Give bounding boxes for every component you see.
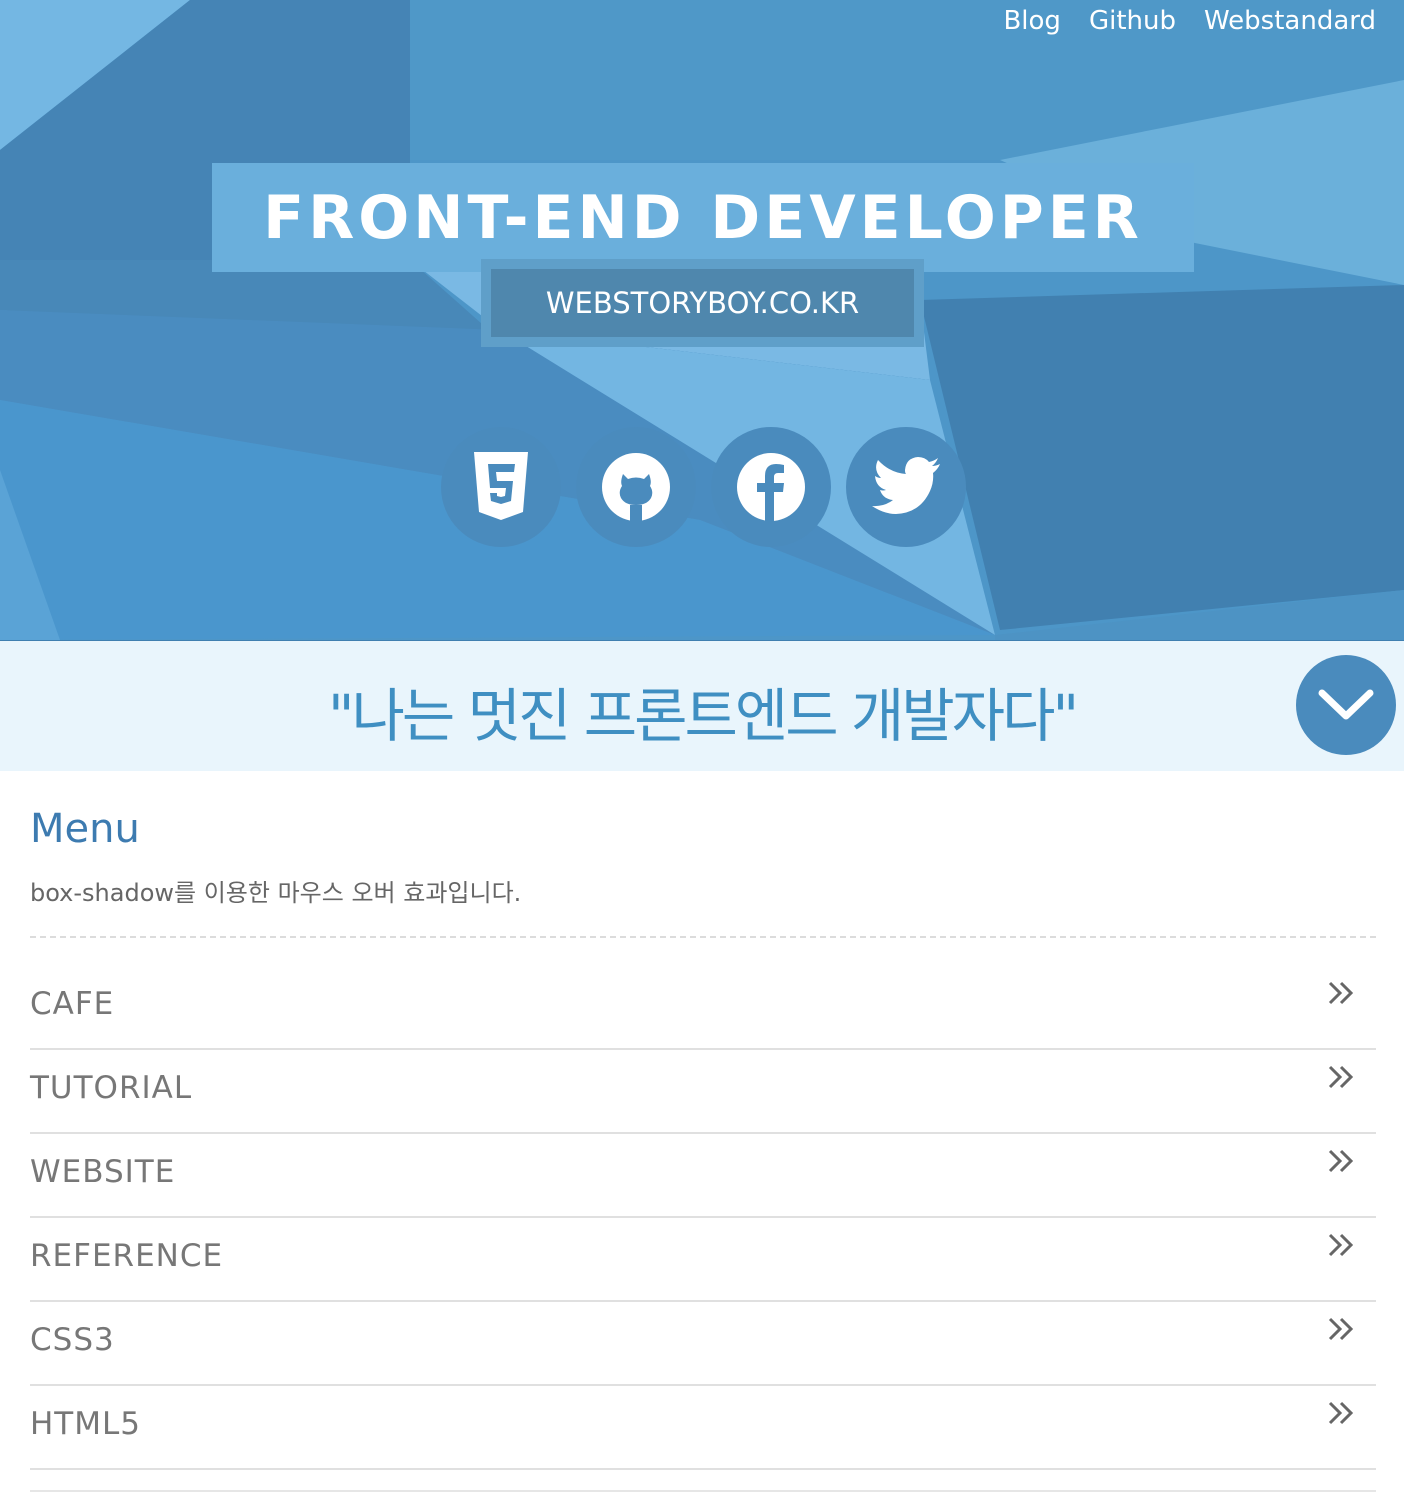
top-nav: Blog Github Webstandard bbox=[1003, 4, 1376, 38]
menu-description: box-shadow를 이용한 마우스 오버 효과입니다. bbox=[30, 879, 522, 907]
facebook-icon bbox=[737, 453, 805, 522]
menu-list: CAFE TUTORIAL WEBSITE REFERENCE CSS3 HTM… bbox=[30, 966, 1376, 1470]
hero-section: Blog Github Webstandard FRONT-END DEVELO… bbox=[0, 0, 1404, 640]
double-chevron-right-icon bbox=[1328, 1317, 1354, 1341]
menu-item-label: CAFE bbox=[30, 986, 115, 1022]
html5-link[interactable] bbox=[441, 427, 561, 547]
menu-item-cafe[interactable]: CAFE bbox=[30, 966, 1376, 1050]
nav-link-webstandard[interactable]: Webstandard bbox=[1204, 4, 1376, 38]
menu-item-html5[interactable]: HTML5 bbox=[30, 1386, 1376, 1470]
menu-item-tutorial[interactable]: TUTORIAL bbox=[30, 1050, 1376, 1134]
hero-subtitle-box: WEBSTORYBOY.CO.KR bbox=[491, 269, 914, 337]
github-link[interactable] bbox=[576, 427, 696, 547]
menu-title: Menu bbox=[30, 806, 140, 852]
dashed-divider bbox=[30, 936, 1376, 938]
hero-title-box: FRONT-END DEVELOPER bbox=[212, 163, 1194, 272]
scroll-down-button[interactable] bbox=[1296, 655, 1396, 755]
menu-item-css3[interactable]: CSS3 bbox=[30, 1302, 1376, 1386]
nav-link-github[interactable]: Github bbox=[1089, 4, 1176, 38]
menu-item-label: TUTORIAL bbox=[30, 1070, 193, 1106]
menu-item-reference[interactable]: REFERENCE bbox=[30, 1218, 1376, 1302]
github-icon bbox=[602, 453, 670, 522]
html5-icon bbox=[474, 452, 528, 520]
menu-item-label: HTML5 bbox=[30, 1406, 141, 1442]
slogan-text: "나는 멋진 프론트엔드 개발자다" bbox=[327, 682, 1079, 750]
menu-item-label: REFERENCE bbox=[30, 1238, 224, 1274]
chevron-down-icon bbox=[1318, 689, 1374, 720]
nav-link-blog[interactable]: Blog bbox=[1003, 4, 1060, 38]
double-chevron-right-icon bbox=[1328, 1401, 1354, 1425]
menu-item-website[interactable]: WEBSITE bbox=[30, 1134, 1376, 1218]
hero-subtitle-frame: WEBSTORYBOY.CO.KR bbox=[481, 259, 924, 347]
facebook-link[interactable] bbox=[711, 427, 831, 547]
twitter-icon bbox=[872, 457, 940, 514]
double-chevron-right-icon bbox=[1328, 1233, 1354, 1257]
hero-title: FRONT-END DEVELOPER bbox=[263, 182, 1143, 253]
double-chevron-right-icon bbox=[1328, 1149, 1354, 1173]
double-chevron-right-icon bbox=[1328, 1065, 1354, 1089]
menu-item-label: WEBSITE bbox=[30, 1154, 176, 1190]
hero-subtitle: WEBSTORYBOY.CO.KR bbox=[545, 286, 860, 320]
bottom-divider bbox=[30, 1490, 1376, 1492]
double-chevron-right-icon bbox=[1328, 981, 1354, 1005]
menu-item-label: CSS3 bbox=[30, 1322, 115, 1358]
twitter-link[interactable] bbox=[846, 427, 966, 547]
slogan-bar: "나는 멋진 프론트엔드 개발자다" bbox=[0, 640, 1404, 771]
social-links bbox=[441, 427, 966, 547]
